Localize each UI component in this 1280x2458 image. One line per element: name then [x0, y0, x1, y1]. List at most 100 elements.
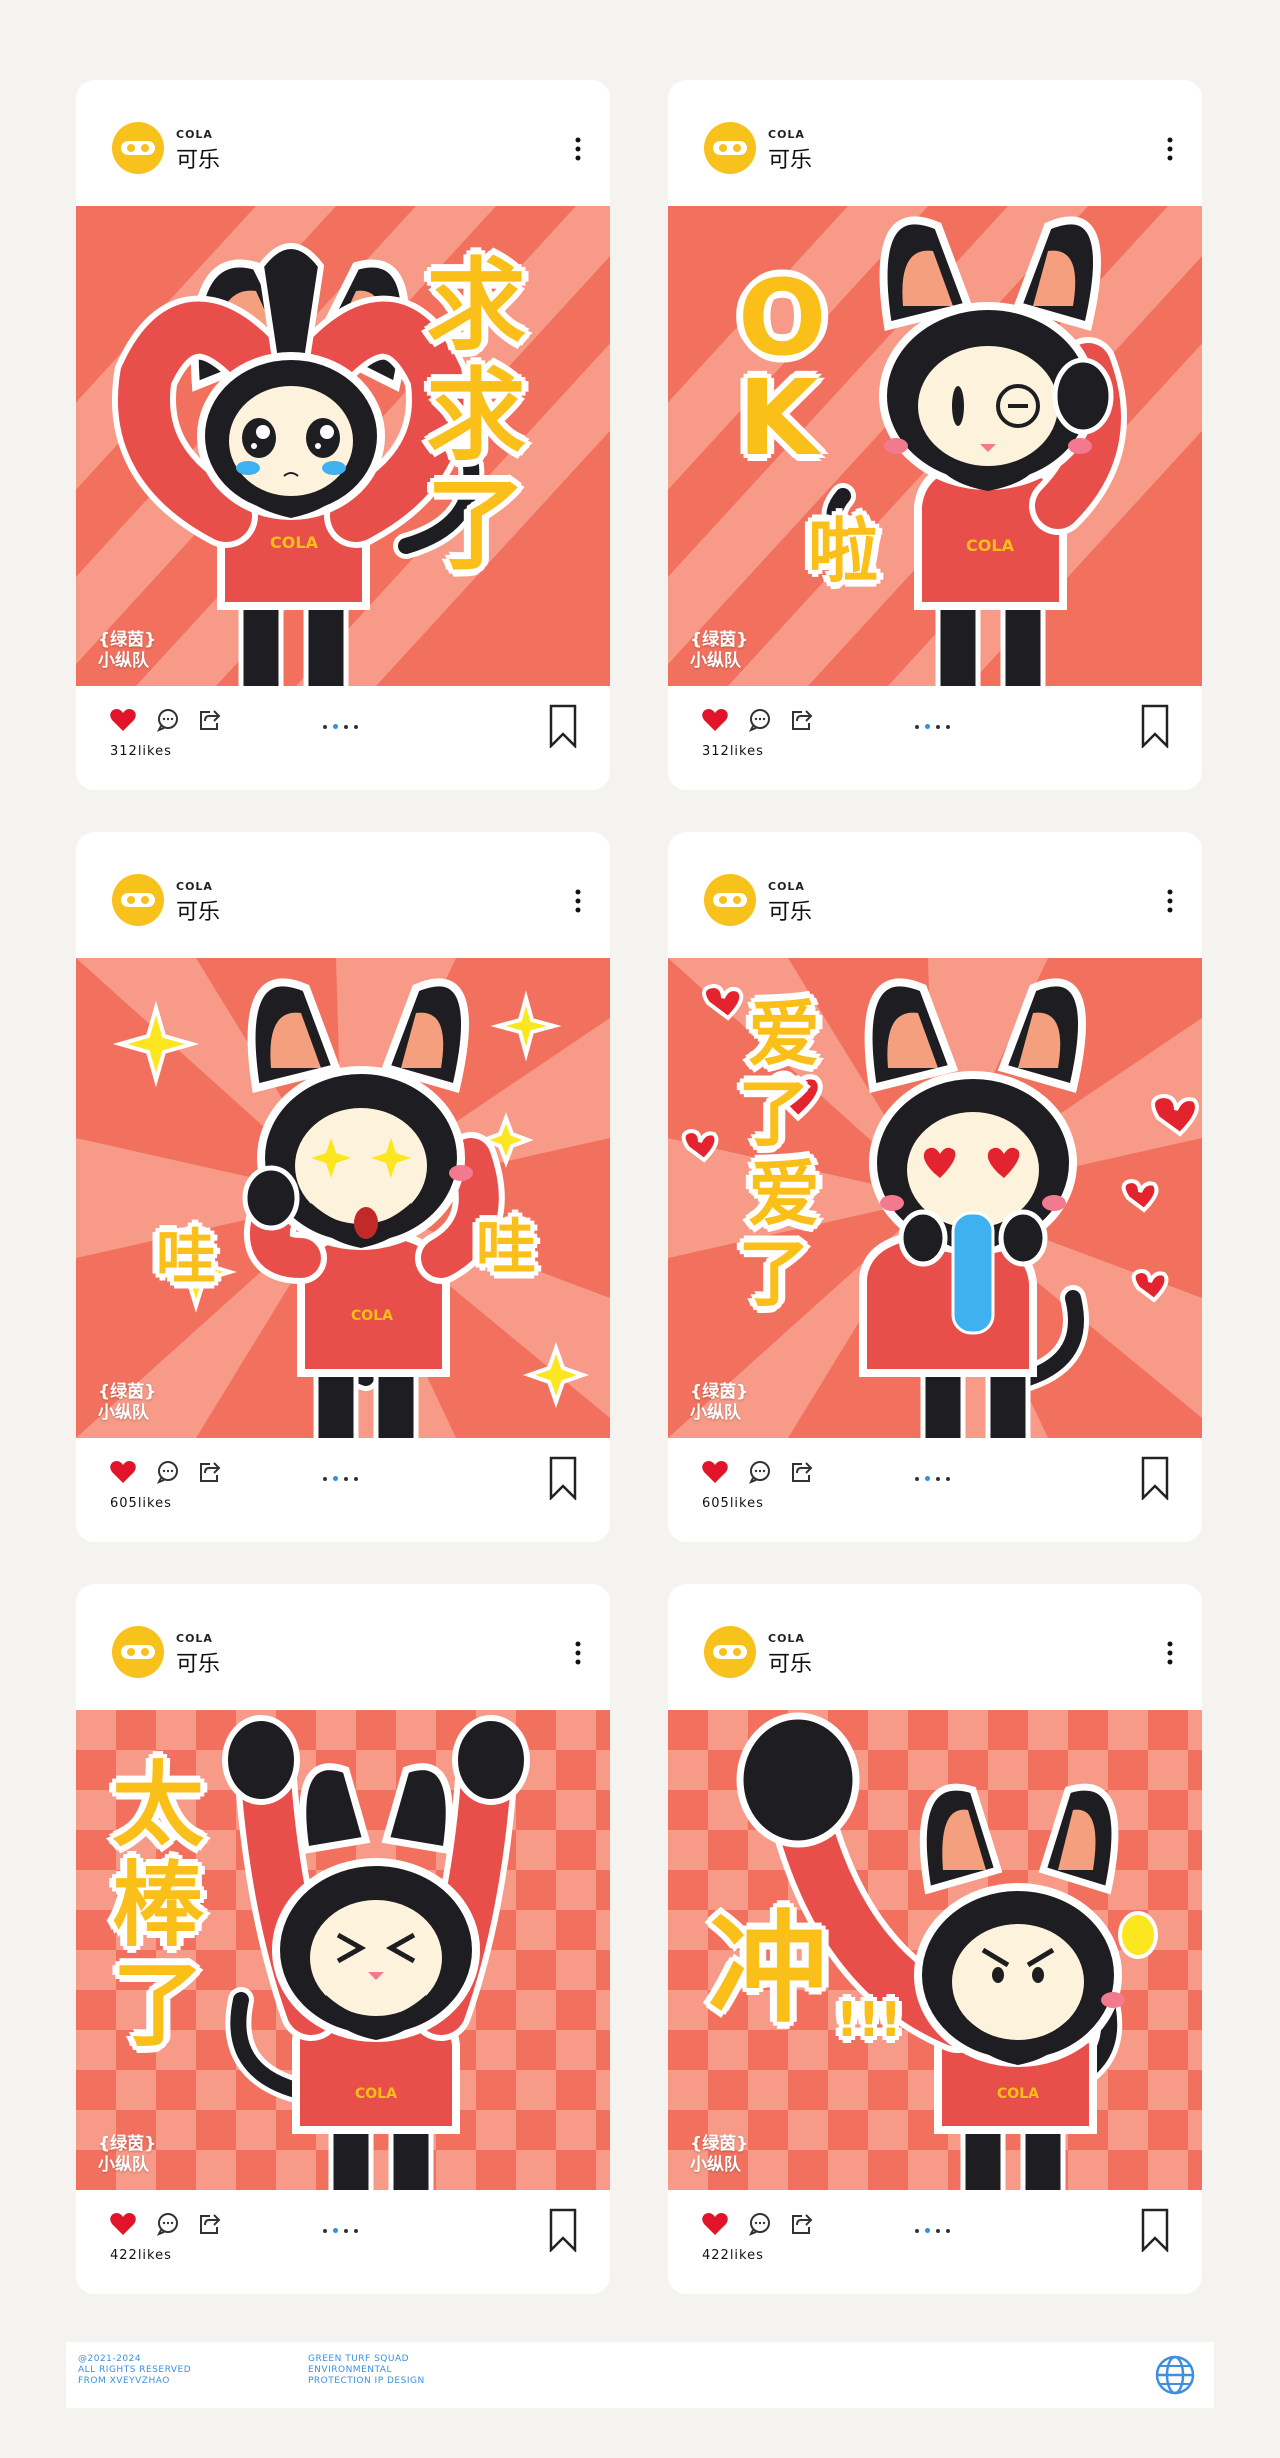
avatar[interactable] — [704, 122, 756, 174]
caption-char: 太 — [112, 1752, 205, 1859]
carousel-dots[interactable] — [320, 716, 361, 729]
comment-icon[interactable] — [748, 2212, 772, 2236]
carousel-dots[interactable] — [320, 1468, 361, 1481]
likes-count: 312likes — [702, 744, 764, 759]
more-icon[interactable] — [1160, 886, 1180, 916]
brand-small: COLA — [768, 880, 805, 893]
caption-char: 了 — [426, 467, 526, 584]
likes-count: 605likes — [110, 1496, 172, 1511]
comment-icon[interactable] — [156, 2212, 180, 2236]
heart-icon[interactable] — [110, 2212, 136, 2236]
share-icon[interactable] — [198, 2212, 222, 2236]
carousel-dots[interactable] — [320, 2220, 361, 2233]
heart-icon[interactable] — [110, 1460, 136, 1484]
more-icon[interactable] — [1160, 134, 1180, 164]
brand-small: COLA — [176, 880, 213, 893]
share-icon[interactable] — [198, 708, 222, 732]
copyright-block: @2021-2024 ALL RIGHTS RESERVED FROM XVEY… — [78, 2354, 191, 2387]
project-block: GREEN TURF SQUAD ENVIRONMENTAL PROTECTIO… — [308, 2354, 425, 2387]
brand-name[interactable]: 可乐 — [176, 894, 220, 926]
shirt-label: COLA — [351, 1308, 393, 1324]
caption-char: 哇 — [476, 1213, 536, 1283]
watermark-line: {绿茵} — [98, 629, 157, 650]
globe-icon[interactable] — [1154, 2354, 1196, 2396]
sticker-artwork: COLA — [76, 206, 610, 686]
watermark-line: {绿茵} — [690, 2133, 749, 2154]
heart-icon[interactable] — [110, 708, 136, 732]
brand-name[interactable]: 可乐 — [768, 142, 812, 174]
bookmark-icon[interactable] — [548, 704, 578, 748]
brand-name[interactable]: 可乐 — [768, 894, 812, 926]
bookmark-icon[interactable] — [548, 1456, 578, 1500]
brand-name[interactable]: 可乐 — [176, 142, 220, 174]
post-actions: 312likes — [668, 686, 1202, 790]
post-card: COLA 可乐 — [668, 832, 1202, 1542]
heart-icon[interactable] — [702, 2212, 728, 2236]
more-icon[interactable] — [568, 134, 588, 164]
avatar[interactable] — [112, 1626, 164, 1678]
brand-small: COLA — [768, 128, 805, 141]
share-icon[interactable] — [198, 1460, 222, 1484]
post-card: COLA 可乐 — [76, 80, 610, 790]
likes-count: 605likes — [702, 1496, 764, 1511]
likes-count: 422likes — [702, 2248, 764, 2263]
caption-char: 了 — [738, 1232, 811, 1316]
post-header: COLA 可乐 — [76, 832, 610, 958]
post-card: COLA 可乐 — [76, 1584, 610, 2294]
avatar[interactable] — [704, 874, 756, 926]
post-card: COLA 可乐 — [76, 832, 610, 1542]
brand-small: COLA — [176, 128, 213, 141]
post-header: COLA 可乐 — [668, 1584, 1202, 1710]
post-image[interactable]: COLA 求 求 了 {绿茵} 小纵队 — [76, 206, 610, 686]
footer-bar: @2021-2024 ALL RIGHTS RESERVED FROM XVEY… — [66, 2342, 1214, 2408]
footer-line: ENVIRONMENTAL — [308, 2365, 392, 2375]
watermark-line: 小纵队 — [690, 2154, 741, 2175]
comment-icon[interactable] — [748, 1460, 772, 1484]
shirt-label: COLA — [997, 2086, 1039, 2102]
bookmark-icon[interactable] — [1140, 2208, 1170, 2252]
watermark-line: {绿茵} — [690, 629, 749, 650]
watermark-line: 小纵队 — [98, 2154, 149, 2175]
comment-icon[interactable] — [748, 708, 772, 732]
bookmark-icon[interactable] — [1140, 704, 1170, 748]
watermark-line: 小纵队 — [690, 650, 741, 671]
carousel-dots[interactable] — [912, 716, 953, 729]
avatar[interactable] — [112, 122, 164, 174]
watermark-line: {绿茵} — [690, 1381, 749, 1402]
brand-name[interactable]: 可乐 — [176, 1646, 220, 1678]
post-image[interactable]: COLA O K 啦 {绿茵} 小纵队 — [668, 206, 1202, 686]
carousel-dots[interactable] — [912, 1468, 953, 1481]
watermark: {绿茵} 小纵队 — [690, 2134, 748, 2177]
shirt-label: COLA — [355, 2086, 397, 2102]
avatar[interactable] — [112, 874, 164, 926]
more-icon[interactable] — [1160, 1638, 1180, 1668]
heart-icon[interactable] — [702, 708, 728, 732]
post-image[interactable]: COLA 太 棒 了 {绿茵} 小纵队 — [76, 1710, 610, 2190]
share-icon[interactable] — [790, 1460, 814, 1484]
caption-char: 哇 — [156, 1223, 216, 1293]
bookmark-icon[interactable] — [548, 2208, 578, 2252]
share-icon[interactable] — [790, 708, 814, 732]
shirt-label: COLA — [966, 536, 1015, 555]
bookmark-icon[interactable] — [1140, 1456, 1170, 1500]
brand-small: COLA — [176, 1632, 213, 1645]
caption-char: 求 — [426, 357, 526, 474]
watermark: {绿茵} 小纵队 — [690, 630, 748, 673]
brand-name[interactable]: 可乐 — [768, 1646, 812, 1678]
comment-icon[interactable] — [156, 708, 180, 732]
more-icon[interactable] — [568, 886, 588, 916]
post-image[interactable]: COLA 冲 !!! {绿茵} 小纵队 — [668, 1710, 1202, 2190]
heart-icon[interactable] — [702, 1460, 728, 1484]
footer-line: FROM XVEYVZHAO — [78, 2376, 170, 2386]
comment-icon[interactable] — [156, 1460, 180, 1484]
carousel-dots[interactable] — [912, 2220, 953, 2233]
post-image[interactable]: COLA 哇 哇 {绿茵} 小纵队 — [76, 958, 610, 1438]
avatar[interactable] — [704, 1626, 756, 1678]
post-header: COLA 可乐 — [76, 80, 610, 206]
post-header: COLA 可乐 — [668, 832, 1202, 958]
shirt-label: COLA — [270, 533, 319, 552]
more-icon[interactable] — [568, 1638, 588, 1668]
share-icon[interactable] — [790, 2212, 814, 2236]
post-image[interactable]: 爱 了 爱 了 {绿茵} 小纵队 — [668, 958, 1202, 1438]
footer-line: GREEN TURF SQUAD — [308, 2354, 410, 2364]
